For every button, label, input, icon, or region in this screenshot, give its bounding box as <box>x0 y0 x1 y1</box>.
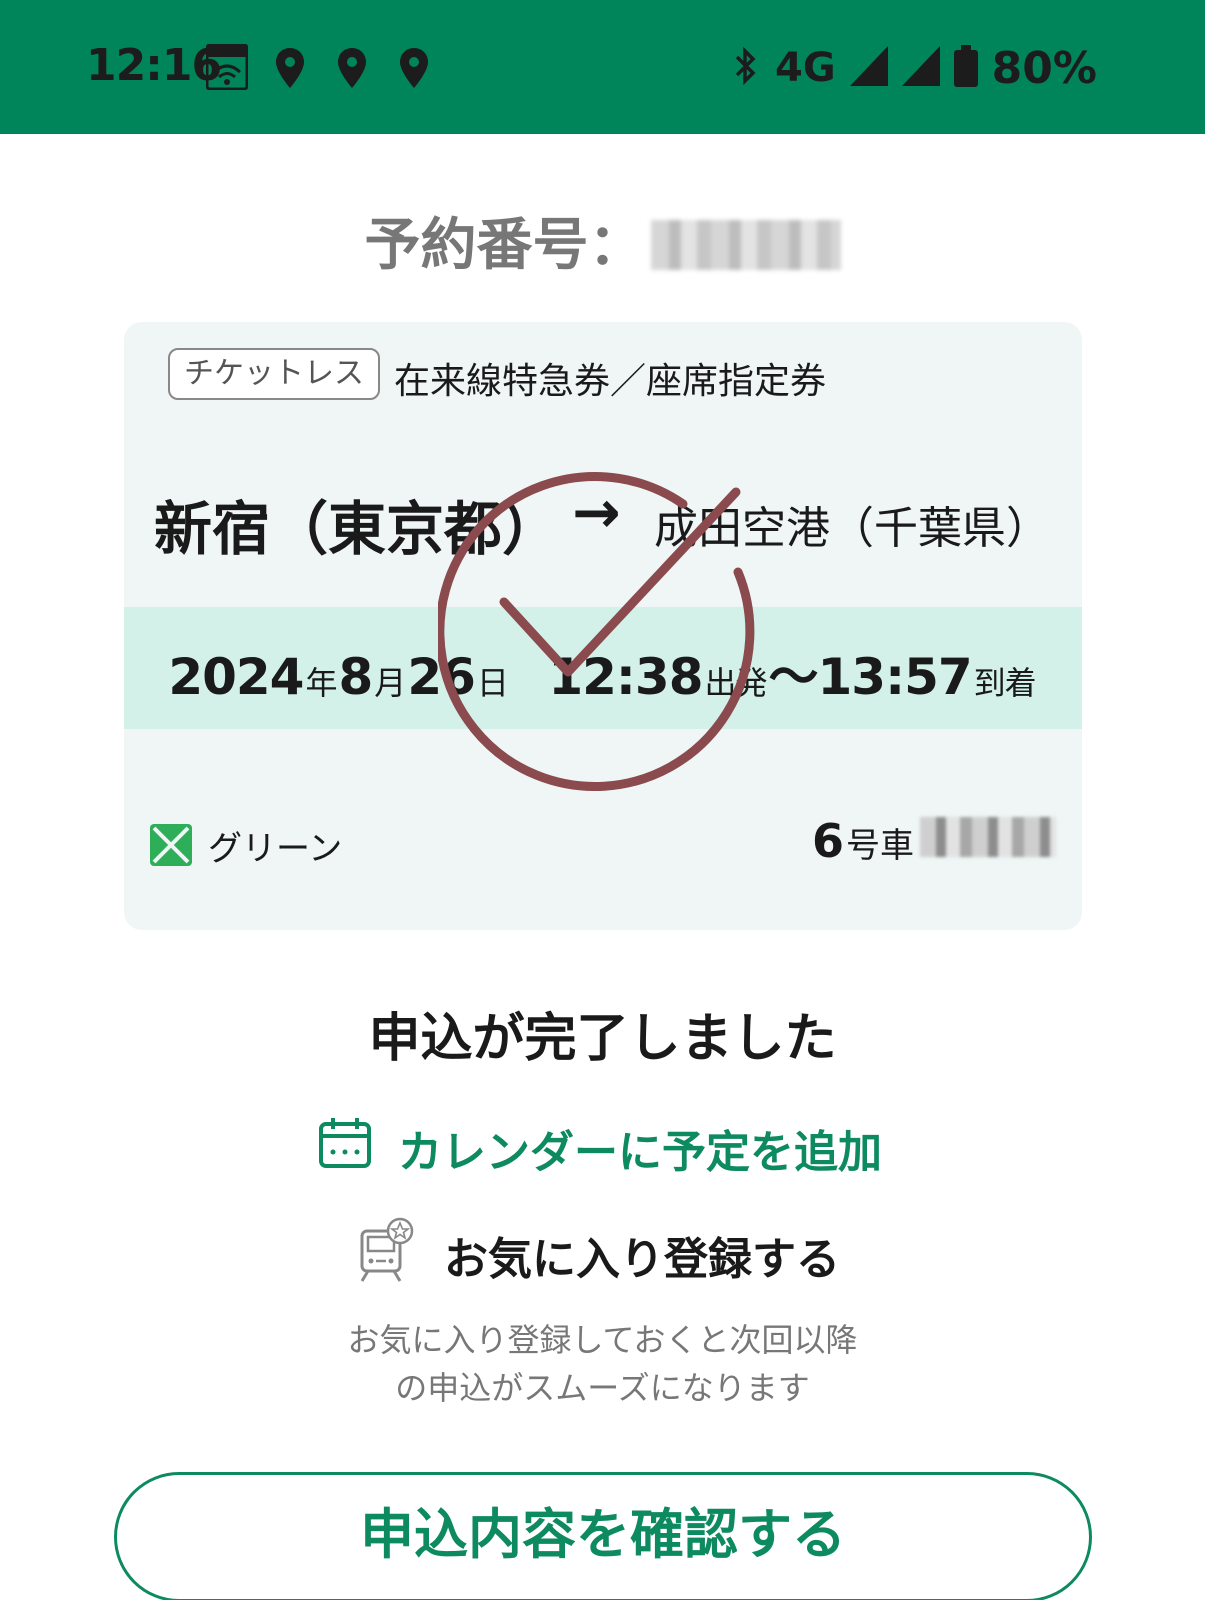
battery-percent: 80% <box>991 42 1097 94</box>
location-icon <box>400 48 428 92</box>
location-icon <box>338 48 366 92</box>
bluetooth-icon <box>731 46 761 90</box>
add-to-calendar-link[interactable]: カレンダーに予定を追加 <box>318 1116 882 1180</box>
arrive-label: 到着 <box>973 664 1037 702</box>
date-year-unit: 年 <box>305 664 337 702</box>
add-to-calendar-label: カレンダーに予定を追加 <box>398 1127 882 1178</box>
signal-icon <box>849 46 888 90</box>
car-seat-info: 6 号車 <box>812 814 1056 868</box>
ticket-type: 在来線特急券／座席指定券 <box>394 361 827 402</box>
seat-class-label: グリーン <box>208 828 343 869</box>
reservation-label: 予約番号： <box>364 213 645 278</box>
date-month: 8 <box>338 648 374 706</box>
favorite-description-line2: の申込がスムーズになります <box>395 1369 810 1407</box>
reservation-value-redacted <box>650 220 841 270</box>
ticketless-badge: チケットレス <box>168 348 380 400</box>
seat-class: グリーン <box>150 822 343 869</box>
time-separator: 〜 <box>768 648 819 706</box>
favorite-description: お気に入り登録しておくと次回以降 の申込がスムーズになります <box>0 1316 1205 1412</box>
favorite-description-line1: お気に入り登録しておくと次回以降 <box>347 1321 858 1359</box>
status-bar: 12:16 4G 80% <box>0 0 1205 134</box>
car-number: 6 <box>811 814 844 868</box>
network-type: 4G <box>775 45 836 91</box>
confirm-application-button[interactable]: 申込内容を確認する <box>114 1472 1092 1600</box>
calendar-icon <box>318 1116 372 1181</box>
completion-title: 申込が完了しました <box>368 1009 837 1069</box>
green-car-clover-icon <box>150 824 192 866</box>
completed-check-stamp-icon <box>435 462 768 792</box>
date-month-unit: 月 <box>374 664 406 702</box>
status-time: 12:16 <box>86 40 222 91</box>
seat-number-redacted <box>920 817 1056 857</box>
car-unit: 号車 <box>846 826 914 866</box>
add-favorite-label: お気に入り登録する <box>444 1234 840 1285</box>
location-icon <box>276 48 304 92</box>
add-favorite-link[interactable]: お気に入り登録する <box>358 1217 840 1290</box>
date-year: 2024 <box>168 648 304 706</box>
reservation-number: 予約番号： <box>0 200 1205 281</box>
train-favorite-icon <box>358 1217 414 1294</box>
signal-icon <box>901 46 940 90</box>
battery-icon <box>953 45 978 91</box>
au-wifi-icon <box>205 43 249 94</box>
arrive-time: 13:57 <box>817 648 973 706</box>
status-right-group: 4G 80% <box>731 40 1097 96</box>
